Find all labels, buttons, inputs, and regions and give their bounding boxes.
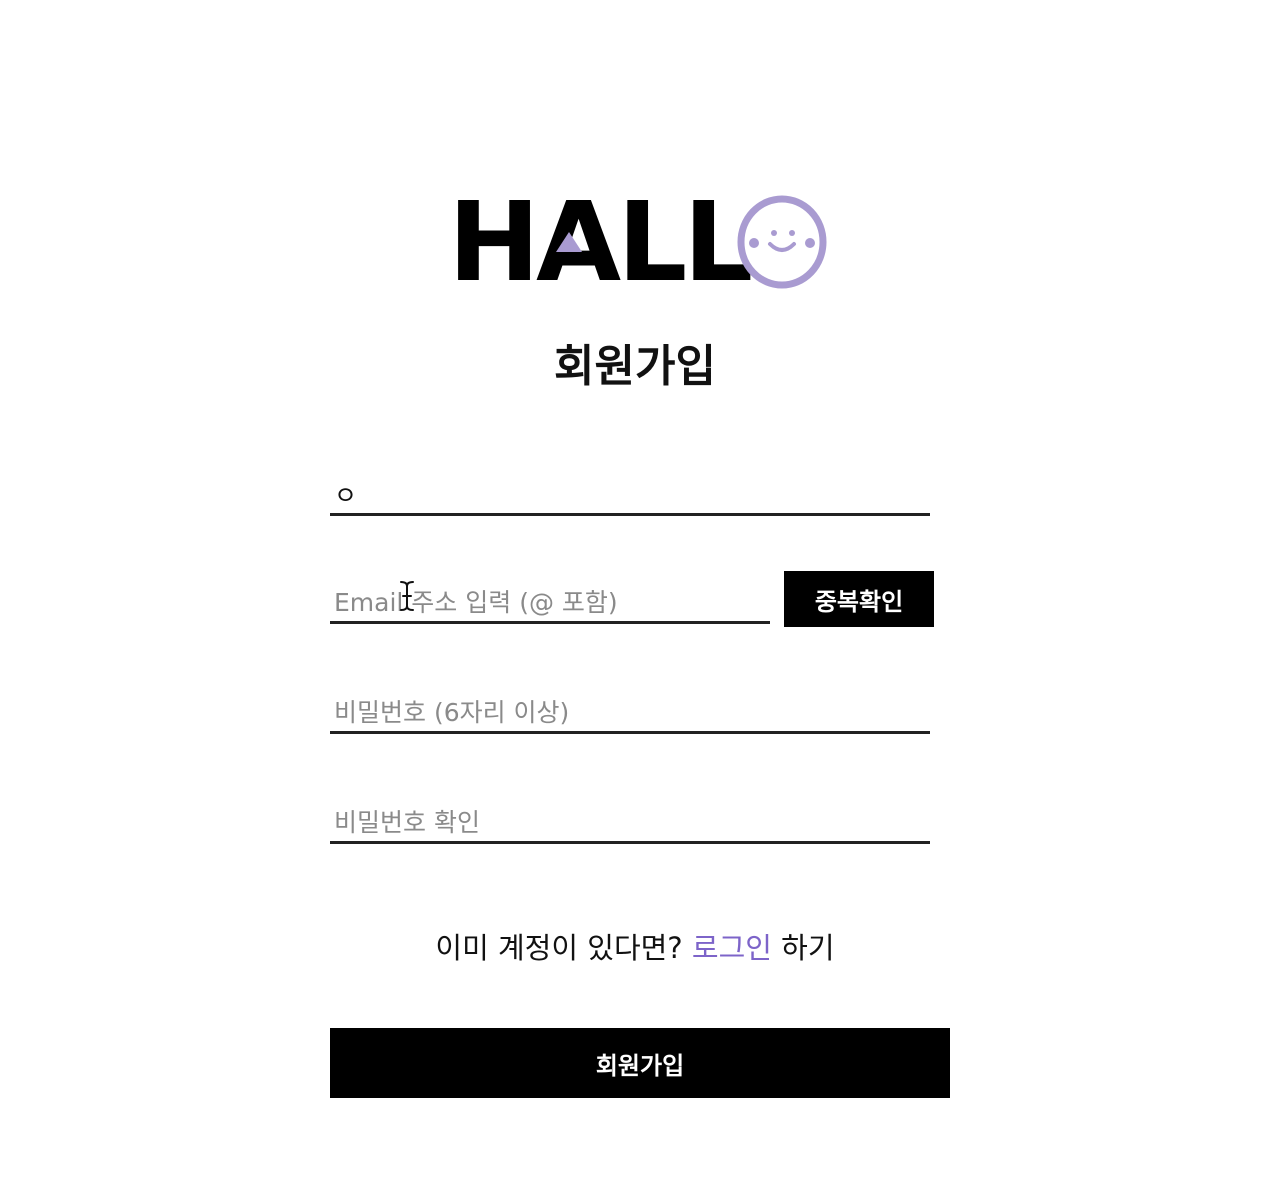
- password-confirm-field: [330, 804, 930, 844]
- logo-triangle-accent: [556, 232, 582, 252]
- page-title: 회원가입: [554, 341, 716, 392]
- name-field: [330, 476, 930, 516]
- name-input[interactable]: [334, 476, 930, 512]
- text-cursor-icon: [400, 581, 414, 611]
- password-input[interactable]: [334, 694, 930, 730]
- logo-text: HALL: [448, 178, 753, 306]
- password-field: [330, 694, 930, 734]
- login-prompt: 이미 계정이 있다면? 로그인 하기: [0, 928, 1270, 968]
- hallo-logo: HALL: [448, 178, 832, 306]
- login-prompt-prefix: 이미 계정이 있다면?: [435, 931, 692, 965]
- duplicate-check-button[interactable]: 중복확인: [784, 571, 934, 627]
- smiley-face-icon: [737, 195, 827, 289]
- login-prompt-suffix: 하기: [771, 931, 835, 965]
- email-field: [330, 584, 770, 624]
- signup-submit-button[interactable]: 회원가입: [330, 1028, 950, 1098]
- signup-page: HALL 회원가입 중복확인 이미 계정이 있다면? 로그인 하기 회원가입: [0, 0, 1270, 1189]
- password-confirm-input[interactable]: [334, 804, 930, 840]
- login-link[interactable]: 로그인: [692, 931, 772, 965]
